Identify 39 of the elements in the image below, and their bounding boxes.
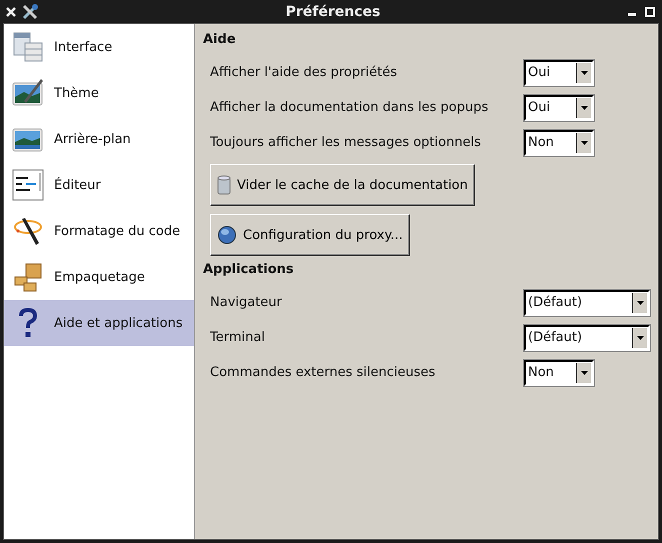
- caret-icon: [580, 70, 588, 74]
- windows-icon: [12, 31, 44, 63]
- dropdown[interactable]: Non: [524, 360, 594, 386]
- section-title: Applications: [203, 262, 295, 277]
- caret-icon: [636, 336, 644, 340]
- sidebar-item[interactable]: Aide et applications: [4, 300, 194, 346]
- setting-label: Afficher la documentation dans les popups: [210, 100, 490, 115]
- globe-icon: [217, 225, 237, 245]
- sidebar-item[interactable]: Arrière-plan: [4, 116, 194, 162]
- package-icon: [12, 261, 44, 293]
- caret-icon: [580, 370, 588, 374]
- setting-label: Terminal: [210, 330, 266, 345]
- action-button[interactable]: Configuration du proxy...: [210, 214, 410, 256]
- dropdown[interactable]: (Défaut): [524, 324, 650, 350]
- setting-label: Toujours afficher les messages optionnels: [210, 135, 482, 150]
- dropdown[interactable]: Non: [524, 130, 594, 156]
- action-button[interactable]: Vider le cache de la documentation: [210, 164, 475, 206]
- sidebar-item[interactable]: Interface: [4, 24, 194, 70]
- close-icon[interactable]: [5, 6, 17, 18]
- dropdown[interactable]: Oui: [524, 94, 594, 120]
- setting-label: Commandes externes silencieuses: [210, 365, 436, 380]
- caret-icon: [580, 106, 588, 110]
- caret-icon: [580, 140, 588, 144]
- section-title: Aide: [203, 32, 237, 47]
- sidebar-item[interactable]: Éditeur: [4, 162, 194, 208]
- setting-label: Navigateur: [210, 295, 283, 310]
- sidebar-item[interactable]: Thème: [4, 70, 194, 116]
- wand-icon: [12, 215, 44, 247]
- maximize-icon[interactable]: [645, 6, 655, 16]
- trash-can-icon: [217, 175, 231, 195]
- caret-icon: [636, 300, 644, 304]
- setting-label: Afficher l'aide des propriétés: [210, 65, 398, 80]
- tools-icon: [21, 2, 39, 20]
- dropdown[interactable]: Oui: [524, 60, 594, 86]
- window-title: Préférences: [284, 4, 382, 20]
- dropdown[interactable]: (Défaut): [524, 290, 650, 316]
- code-editor-icon: [12, 169, 44, 201]
- sidebar-item[interactable]: Formatage du code: [4, 208, 194, 254]
- sidebar-item[interactable]: Empaquetage: [4, 254, 194, 300]
